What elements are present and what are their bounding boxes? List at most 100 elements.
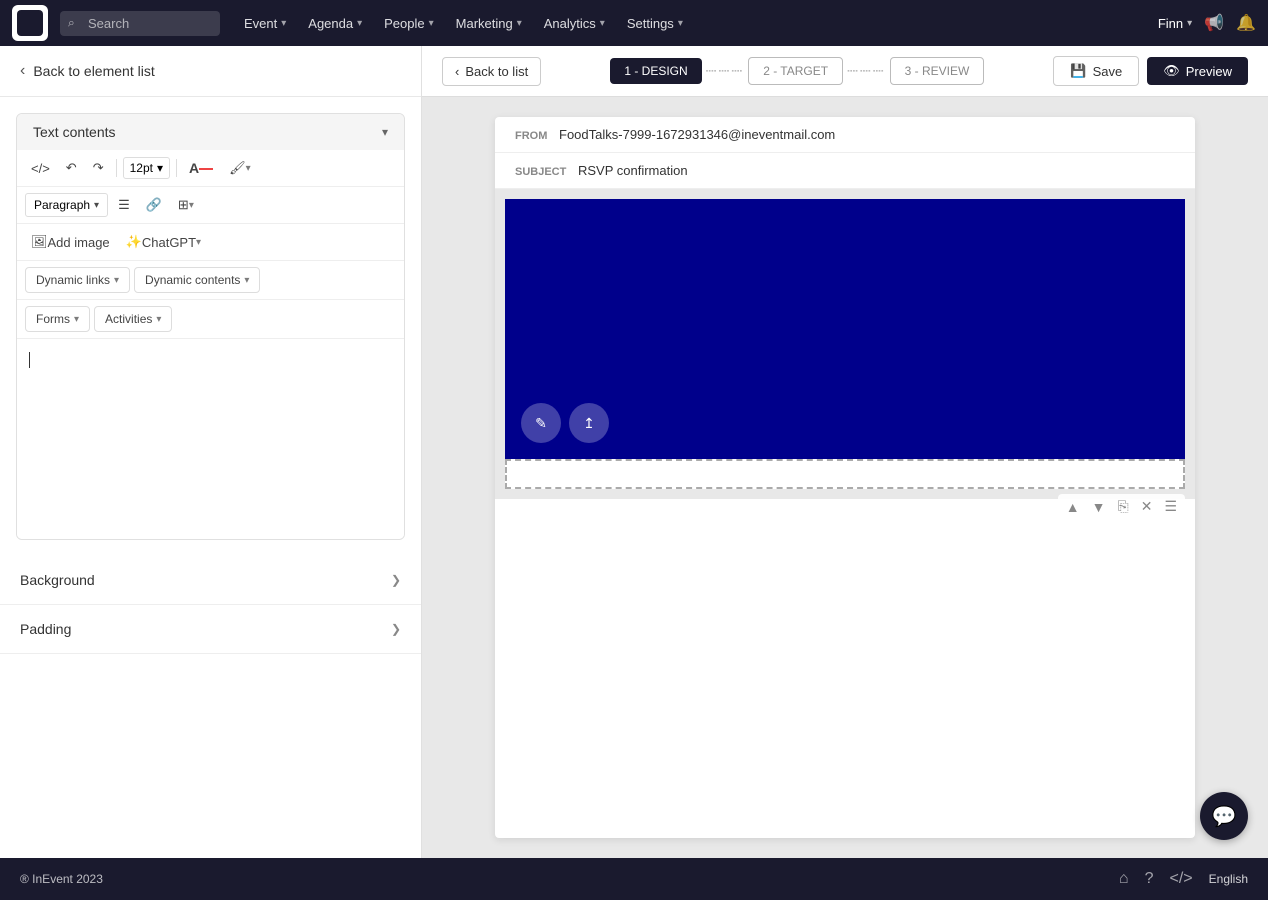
email-content-block: ✎ ↥ ▲ ▼ ⎘ [505, 199, 1185, 489]
add-image-button[interactable]: 🖼 Add image [25, 230, 116, 254]
chevron-down-icon: ▾ [429, 18, 434, 29]
email-card: FROM FoodTalks-7999-1672931346@ineventma… [495, 117, 1195, 838]
email-block-controls: ▲ ▼ ⎘ ✕ ☰ [1058, 494, 1185, 519]
move-down-button[interactable]: ▼ [1088, 496, 1110, 517]
chevron-down-icon: ▾ [517, 18, 522, 29]
email-body: ✎ ↥ ▲ ▼ ⎘ [495, 189, 1195, 499]
step-3-button[interactable]: 3 - REVIEW [890, 57, 985, 85]
chevron-down-icon: ▾ [244, 275, 249, 286]
preview-button[interactable]: 👁 Preview [1147, 57, 1248, 85]
email-selected-text-block[interactable] [505, 459, 1185, 489]
step-2-button[interactable]: 2 - TARGET [748, 57, 843, 85]
undo-button[interactable]: ↶ [60, 156, 83, 180]
chevron-down-icon: ▾ [114, 275, 119, 286]
app-logo[interactable] [12, 5, 48, 41]
delete-button[interactable]: ✕ [1137, 496, 1157, 517]
step-dots-2: ┈┈┈ [847, 61, 886, 82]
text-contents-header[interactable]: Text contents ▾ [17, 114, 404, 150]
text-cursor [29, 352, 30, 368]
duplicate-button[interactable]: ⎘ [1114, 496, 1133, 517]
text-editor[interactable] [17, 339, 404, 539]
chevron-down-icon: ▾ [189, 200, 194, 211]
email-dark-block-icons: ✎ ↥ [521, 403, 609, 443]
chevron-down-icon: ▾ [94, 200, 99, 211]
text-color-button[interactable]: A [183, 156, 219, 180]
toolbar-row-2: Paragraph ▾ ☰ 🔗 ⊞ ▾ [17, 187, 404, 224]
nav-item-event[interactable]: Event ▾ [234, 10, 296, 37]
move-up-button[interactable]: ▲ [1062, 496, 1084, 517]
drag-button[interactable]: ☰ [1160, 496, 1181, 517]
nav-items: Event ▾ Agenda ▾ People ▾ Marketing ▾ An… [234, 10, 1154, 37]
nav-buttons: ‹ Back to list [442, 57, 541, 86]
table-button[interactable]: ⊞ ▾ [172, 193, 200, 217]
toolbar-row-4: Dynamic links ▾ Dynamic contents ▾ [17, 261, 404, 300]
help-icon[interactable]: ? [1145, 870, 1154, 888]
dynamic-links-button[interactable]: Dynamic links ▾ [25, 267, 130, 293]
copyright-text: ® InEvent 2023 [20, 872, 103, 886]
save-icon: 💾 [1070, 63, 1086, 79]
share-icon: ↥ [583, 415, 595, 432]
nav-item-people[interactable]: People ▾ [374, 10, 444, 37]
save-button[interactable]: 💾 Save [1053, 56, 1139, 86]
redo-button[interactable]: ↷ [87, 156, 110, 180]
nav-right: Finn ▾ 📢 🔔 [1158, 13, 1256, 33]
code-icon[interactable]: </> [1170, 870, 1193, 888]
nav-item-marketing[interactable]: Marketing ▾ [446, 10, 532, 37]
back-to-list-button[interactable]: ‹ Back to list [442, 57, 541, 86]
back-arrow-icon: ‹ [20, 62, 25, 80]
notification-icon[interactable]: 📢 [1204, 13, 1224, 33]
toolbar-row-5: Forms ▾ Activities ▾ [17, 300, 404, 339]
font-size-selector[interactable]: 12pt ▾ [123, 157, 170, 179]
sidebar: ‹ Back to element list Text contents ▾ <… [0, 46, 422, 858]
chevron-down-icon: ▾ [246, 163, 251, 174]
background-section[interactable]: Background ❯ [0, 556, 421, 605]
pencil-icon: ✎ [535, 415, 547, 432]
forms-button[interactable]: Forms ▾ [25, 306, 90, 332]
edit-icon-circle[interactable]: ✎ [521, 403, 561, 443]
nav-item-settings[interactable]: Settings ▾ [617, 10, 693, 37]
paragraph-selector[interactable]: Paragraph ▾ [25, 193, 108, 217]
email-dark-block[interactable]: ✎ ↥ [505, 199, 1185, 459]
email-top-bar: ‹ Back to list 1 - DESIGN ┈┈┈ 2 - TARGET… [422, 46, 1268, 97]
back-to-element-list-button[interactable]: ‹ Back to element list [0, 46, 421, 97]
chevron-down-icon: ▾ [600, 18, 605, 29]
chevron-down-icon: ▾ [74, 314, 79, 325]
chat-bubble-button[interactable]: 💬 [1200, 792, 1248, 840]
step-dots-1: ┈┈┈ [706, 61, 745, 82]
chevron-down-icon: ▾ [281, 18, 286, 29]
nav-item-agenda[interactable]: Agenda ▾ [298, 10, 372, 37]
chevron-down-icon: ▾ [156, 314, 161, 325]
email-subject-row: SUBJECT RSVP confirmation [495, 153, 1195, 189]
main-layout: ‹ Back to element list Text contents ▾ <… [0, 46, 1268, 858]
divider [176, 159, 177, 177]
search-input[interactable] [60, 11, 220, 36]
code-button[interactable]: </> [25, 157, 56, 180]
user-menu[interactable]: Finn ▾ [1158, 16, 1192, 31]
text-contents-panel: Text contents ▾ </> ↶ ↷ 12pt ▾ A [16, 113, 405, 540]
toolbar-row-3: 🖼 Add image ✨ ChatGPT ▾ [17, 224, 404, 261]
language-selector[interactable]: English [1209, 872, 1248, 886]
search-icon: ⌕ [68, 16, 75, 31]
dynamic-contents-button[interactable]: Dynamic contents ▾ [134, 267, 260, 293]
chevron-down-icon: ▾ [357, 18, 362, 29]
search-wrapper: ⌕ [60, 11, 220, 36]
divider [116, 159, 117, 177]
page-footer: ® InEvent 2023 ⌂ ? </> English [0, 858, 1268, 900]
chevron-down-icon: ▾ [157, 161, 163, 175]
activities-button[interactable]: Activities ▾ [94, 306, 172, 332]
bell-icon[interactable]: 🔔 [1236, 13, 1256, 33]
share-icon-circle[interactable]: ↥ [569, 403, 609, 443]
chevron-down-icon: ▾ [1187, 18, 1192, 29]
link-button[interactable]: 🔗 [140, 193, 168, 217]
email-preview-area: FROM FoodTalks-7999-1672931346@ineventma… [422, 97, 1268, 858]
nav-item-analytics[interactable]: Analytics ▾ [534, 10, 615, 37]
step-1-button[interactable]: 1 - DESIGN [610, 58, 701, 84]
home-icon[interactable]: ⌂ [1119, 870, 1129, 888]
chatgpt-button[interactable]: ✨ ChatGPT ▾ [120, 230, 207, 254]
chevron-down-icon: ▾ [196, 237, 201, 248]
bullet-list-button[interactable]: ☰ [112, 193, 136, 217]
highlight-button[interactable]: 🖌 ▾ [223, 156, 257, 180]
chevron-right-icon: ❯ [391, 573, 401, 587]
padding-section[interactable]: Padding ❯ [0, 605, 421, 654]
steps-bar: 1 - DESIGN ┈┈┈ 2 - TARGET ┈┈┈ 3 - REVIEW [610, 57, 984, 85]
